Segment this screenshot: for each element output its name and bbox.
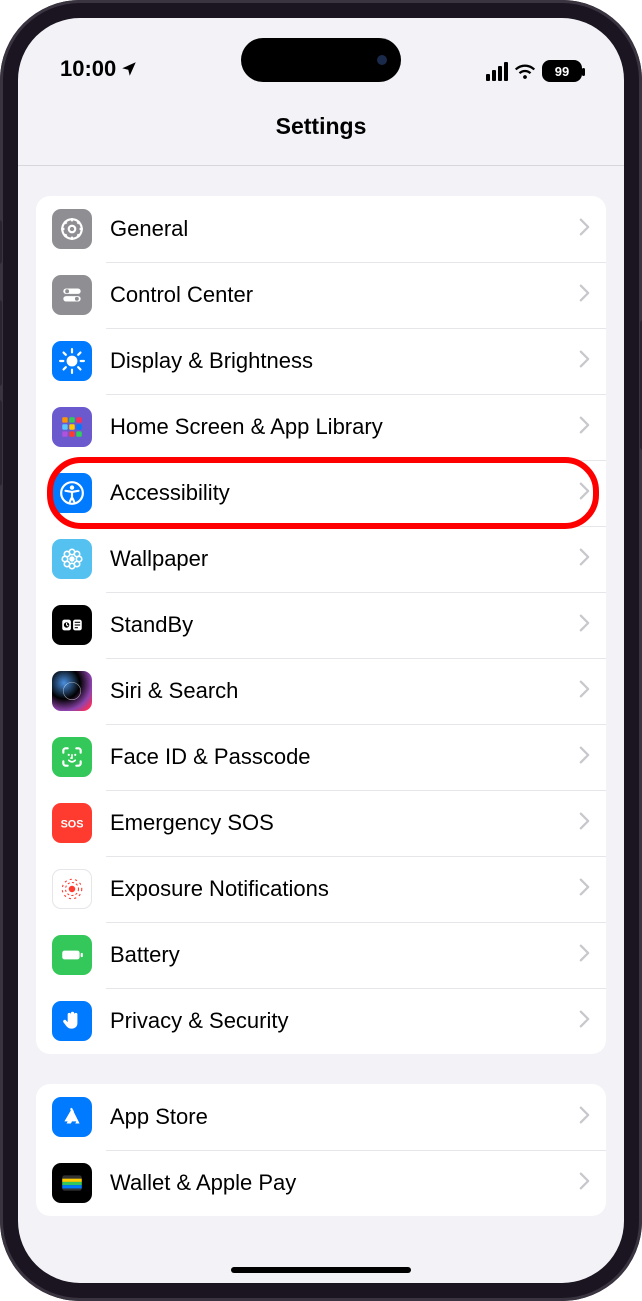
chevron-right-icon [579, 1106, 590, 1129]
home-indicator[interactable] [231, 1267, 411, 1273]
settings-row-control-center[interactable]: Control Center [36, 262, 606, 328]
settings-group: App Store Wallet & Apple Pay [36, 1084, 606, 1216]
chevron-right-icon [579, 680, 590, 703]
standby-icon [52, 605, 92, 645]
appstore-icon [52, 1097, 92, 1137]
settings-row-home-screen[interactable]: Home Screen & App Library [36, 394, 606, 460]
settings-row-app-store[interactable]: App Store [36, 1084, 606, 1150]
row-label: Emergency SOS [110, 810, 579, 836]
cellular-icon [486, 62, 508, 81]
chevron-right-icon [579, 812, 590, 835]
exposure-icon [52, 869, 92, 909]
switches-icon [52, 275, 92, 315]
row-label: Wallpaper [110, 546, 579, 572]
volume-up-button [0, 300, 2, 386]
row-label: Control Center [110, 282, 579, 308]
row-label: StandBy [110, 612, 579, 638]
settings-row-accessibility[interactable]: Accessibility [36, 460, 606, 526]
row-label: Display & Brightness [110, 348, 579, 374]
row-label: Battery [110, 942, 579, 968]
chevron-right-icon [579, 284, 590, 307]
settings-row-wallet-apple-pay[interactable]: Wallet & Apple Pay [36, 1150, 606, 1216]
grid-icon [52, 407, 92, 447]
settings-group: General Control Center Display & Brightnes… [36, 196, 606, 1054]
row-label: Accessibility [110, 480, 579, 506]
dynamic-island [241, 38, 401, 82]
screen: 10:00 99 Settings General Control Center D… [18, 18, 624, 1283]
accessibility-icon [52, 473, 92, 513]
battery-icon [52, 935, 92, 975]
sos-icon [52, 803, 92, 843]
row-label: App Store [110, 1104, 579, 1130]
battery-indicator: 99 [542, 60, 582, 82]
gear-icon [52, 209, 92, 249]
page-title: Settings [276, 113, 367, 140]
row-label: Exposure Notifications [110, 876, 579, 902]
mute-switch [0, 220, 2, 264]
chevron-right-icon [579, 1010, 590, 1033]
settings-content[interactable]: General Control Center Display & Brightnes… [18, 166, 624, 1283]
row-label: Wallet & Apple Pay [110, 1170, 579, 1196]
chevron-right-icon [579, 548, 590, 571]
settings-row-exposure-notifications[interactable]: Exposure Notifications [36, 856, 606, 922]
chevron-right-icon [579, 482, 590, 505]
settings-row-wallpaper[interactable]: Wallpaper [36, 526, 606, 592]
volume-down-button [0, 400, 2, 486]
chevron-right-icon [579, 350, 590, 373]
settings-row-siri-search[interactable]: Siri & Search [36, 658, 606, 724]
row-label: Face ID & Passcode [110, 744, 579, 770]
chevron-right-icon [579, 746, 590, 769]
flower-icon [52, 539, 92, 579]
settings-row-display-brightness[interactable]: Display & Brightness [36, 328, 606, 394]
settings-row-privacy-security[interactable]: Privacy & Security [36, 988, 606, 1054]
chevron-right-icon [579, 944, 590, 967]
row-label: Privacy & Security [110, 1008, 579, 1034]
row-label: General [110, 216, 579, 242]
location-icon [120, 60, 138, 78]
chevron-right-icon [579, 218, 590, 241]
row-label: Home Screen & App Library [110, 414, 579, 440]
settings-row-standby[interactable]: StandBy [36, 592, 606, 658]
hand-icon [52, 1001, 92, 1041]
wallet-icon [52, 1163, 92, 1203]
settings-row-emergency-sos[interactable]: Emergency SOS [36, 790, 606, 856]
nav-bar: Settings [18, 88, 624, 166]
faceid-icon [52, 737, 92, 777]
chevron-right-icon [579, 878, 590, 901]
sun-icon [52, 341, 92, 381]
wifi-icon [514, 63, 536, 79]
chevron-right-icon [579, 1172, 590, 1195]
phone-frame: 10:00 99 Settings General Control Center D… [0, 0, 642, 1301]
chevron-right-icon [579, 614, 590, 637]
battery-level: 99 [555, 64, 569, 79]
siri-icon [52, 671, 92, 711]
settings-row-general[interactable]: General [36, 196, 606, 262]
settings-row-faceid-passcode[interactable]: Face ID & Passcode [36, 724, 606, 790]
chevron-right-icon [579, 416, 590, 439]
status-time: 10:00 [60, 56, 116, 82]
row-label: Siri & Search [110, 678, 579, 704]
settings-row-battery[interactable]: Battery [36, 922, 606, 988]
